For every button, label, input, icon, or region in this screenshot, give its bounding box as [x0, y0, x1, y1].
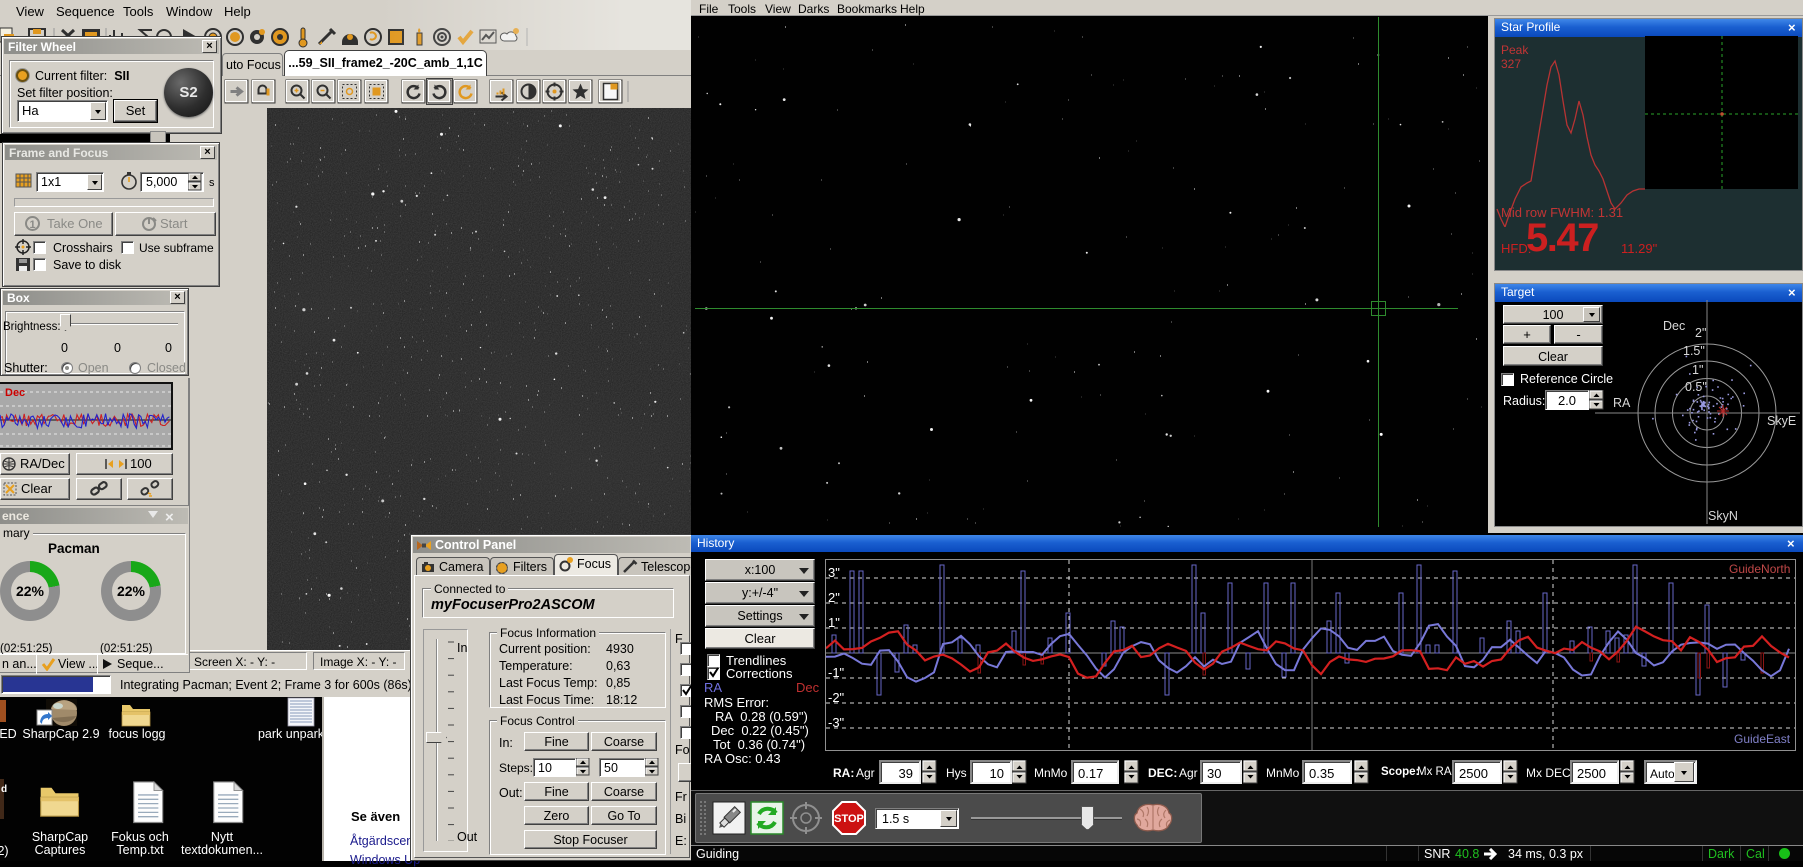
- svg-text:d: d: [1, 784, 7, 795]
- svg-text:STOP: STOP: [834, 813, 864, 825]
